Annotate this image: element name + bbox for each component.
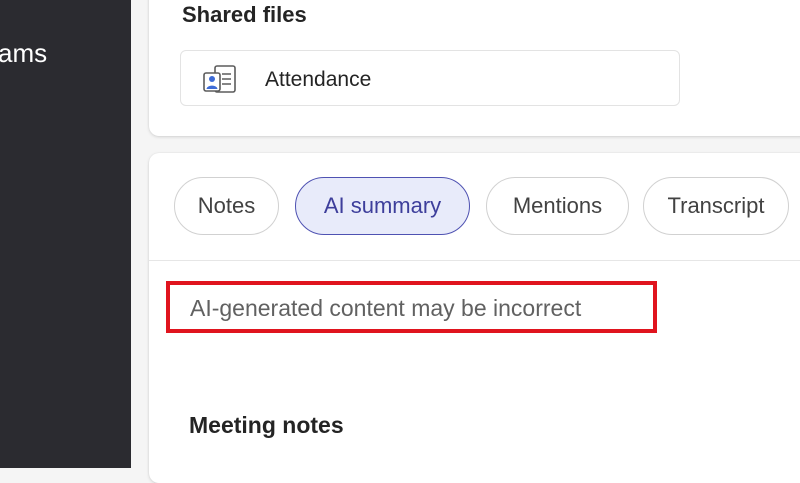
shared-file-item[interactable]: Attendance (180, 50, 680, 106)
attendance-file-icon (202, 64, 238, 96)
shared-files-card: Shared files Attendance (149, 0, 800, 136)
tab-notes[interactable]: Notes (174, 177, 279, 235)
tab-ai-summary[interactable]: AI summary (295, 177, 470, 235)
disclaimer-highlight-box: AI-generated content may be incorrect (166, 281, 657, 333)
meeting-notes-heading: Meeting notes (189, 412, 344, 438)
ai-disclaimer-text: AI-generated content may be incorrect (190, 295, 582, 321)
sidebar-app-label[interactable]: ams (0, 36, 47, 70)
tabs-divider (149, 260, 800, 261)
meeting-content-card: Notes AI summary Mentions Transcript AI-… (149, 153, 800, 483)
tab-mentions[interactable]: Mentions (486, 177, 629, 235)
shared-files-title: Shared files (182, 2, 307, 27)
file-name: Attendance (265, 68, 372, 91)
app-sidebar: ams (0, 0, 131, 468)
tab-transcript[interactable]: Transcript (643, 177, 789, 235)
